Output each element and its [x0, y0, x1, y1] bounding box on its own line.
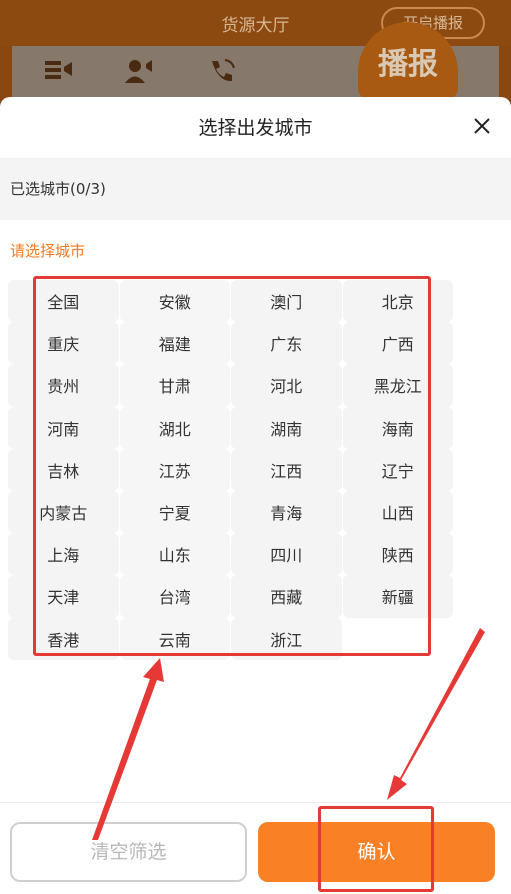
broadcast-list-icon: [44, 58, 74, 84]
city-option[interactable]: 贵州: [8, 364, 119, 407]
city-option[interactable]: 澳门: [231, 280, 342, 323]
app-title: 货源大厅: [221, 15, 290, 36]
footer-divider: [0, 802, 511, 803]
prompt-label: 请选择城市: [10, 242, 86, 260]
city-option[interactable]: 新疆: [342, 575, 453, 618]
clear-filter-button[interactable]: 清空筛选: [10, 822, 247, 882]
city-option[interactable]: 河南: [8, 406, 119, 449]
city-option[interactable]: 山东: [119, 533, 230, 576]
city-option[interactable]: 江苏: [119, 448, 230, 491]
city-option[interactable]: 云南: [119, 617, 230, 660]
city-option[interactable]: 广西: [342, 322, 453, 365]
confirm-button[interactable]: 确认: [258, 822, 495, 882]
city-option[interactable]: 重庆: [8, 322, 119, 365]
selected-count: 已选城市(0/3): [0, 158, 511, 220]
city-picker-sheet: 选择出发城市 已选城市(0/3) 请选择城市 全国 安徽 澳门 北京 重庆 福建…: [0, 97, 511, 894]
city-option[interactable]: 甘肃: [119, 364, 230, 407]
city-option[interactable]: 全国: [8, 280, 119, 323]
city-grid: 全国 安徽 澳门 北京 重庆 福建 广东 广西 贵州 甘肃 河北 黑龙江 河南 …: [8, 280, 454, 660]
city-option[interactable]: 黑龙江: [342, 364, 453, 407]
city-option[interactable]: 湖北: [119, 406, 230, 449]
city-option[interactable]: 辽宁: [342, 448, 453, 491]
city-option[interactable]: 海南: [342, 406, 453, 449]
city-option[interactable]: 西藏: [231, 575, 342, 618]
city-option[interactable]: 广东: [231, 322, 342, 365]
sheet-title: 选择出发城市: [198, 117, 313, 139]
city-option[interactable]: 山西: [342, 490, 453, 534]
city-option[interactable]: 湖南: [231, 406, 342, 449]
city-option[interactable]: 上海: [8, 533, 119, 576]
city-option[interactable]: 宁夏: [119, 490, 230, 534]
city-option[interactable]: 青海: [231, 490, 342, 534]
city-option[interactable]: 陕西: [342, 533, 453, 576]
phone-broadcast-icon: [208, 58, 238, 84]
city-option[interactable]: 福建: [119, 322, 230, 365]
city-option[interactable]: 内蒙古: [8, 490, 119, 534]
city-option[interactable]: 香港: [8, 617, 119, 660]
city-option[interactable]: 四川: [231, 533, 342, 576]
city-option[interactable]: 吉林: [8, 448, 119, 491]
city-option[interactable]: 安徽: [119, 280, 230, 323]
user-broadcast-icon: [124, 58, 154, 84]
close-icon[interactable]: [473, 117, 491, 135]
city-option[interactable]: 河北: [231, 364, 342, 407]
city-option[interactable]: 天津: [8, 575, 119, 618]
city-option[interactable]: 江西: [231, 448, 342, 491]
city-option[interactable]: 浙江: [231, 617, 342, 660]
city-option[interactable]: 台湾: [119, 575, 230, 618]
city-option[interactable]: 北京: [342, 280, 453, 323]
